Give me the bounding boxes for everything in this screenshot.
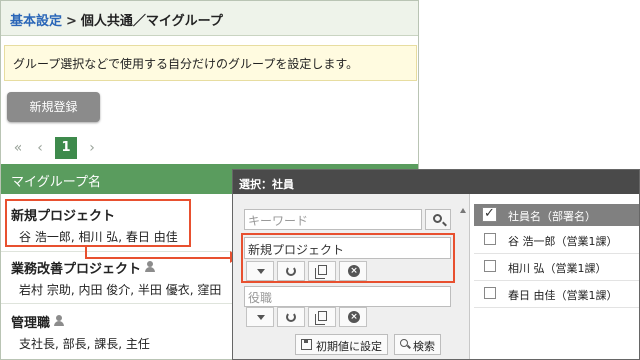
- highlight-box-group: [5, 199, 191, 247]
- prev-page-button[interactable]: ‹: [33, 140, 47, 156]
- breadcrumb-separator: >: [66, 14, 77, 29]
- connector-line: [85, 257, 231, 259]
- result-row[interactable]: 相川 弘（営業1課）: [474, 254, 639, 281]
- copy-button[interactable]: [308, 307, 336, 327]
- search-icon: [433, 214, 442, 223]
- search-label: 検索: [413, 340, 435, 353]
- scroll-up-icon[interactable]: [460, 208, 466, 213]
- dropdown-button[interactable]: [246, 307, 274, 327]
- next-page-button[interactable]: ›: [85, 140, 99, 156]
- result-row[interactable]: 谷 浩一郎（営業1課）: [474, 227, 639, 254]
- result-panel: 社員名（部署名） 谷 浩一郎（営業1課） 相川 弘（営業1課） 春日 由佳（営業…: [474, 194, 639, 359]
- first-page-button[interactable]: «: [11, 140, 25, 156]
- breadcrumb: 基本設定 > 個人共通／マイグループ: [1, 1, 418, 36]
- result-row[interactable]: 春日 由佳（営業1課）: [474, 281, 639, 308]
- scrollbar[interactable]: [458, 206, 468, 359]
- reset-default-label: 初期値に設定: [316, 340, 382, 353]
- row-checkbox[interactable]: [484, 287, 496, 299]
- result-header-label: 社員名（部署名）: [508, 210, 596, 223]
- save-icon: [301, 339, 312, 350]
- result-label: 春日 由佳（営業1課）: [508, 289, 618, 302]
- copy-icon: [315, 311, 327, 325]
- filter-actions: 初期値に設定 検索: [295, 334, 447, 355]
- clear-button[interactable]: ×: [339, 307, 367, 327]
- result-label: 相川 弘（営業1課）: [508, 262, 607, 275]
- search-icon-button[interactable]: [425, 209, 451, 230]
- row-checkbox[interactable]: [484, 260, 496, 272]
- people-icon: [53, 315, 65, 327]
- dialog-title: 選択：社員: [233, 170, 639, 194]
- refresh-icon: [286, 312, 296, 322]
- chevron-down-icon: [257, 315, 265, 320]
- group-name[interactable]: 業務改善プロジェクト: [11, 258, 141, 277]
- pager: « ‹ 1 ›: [11, 137, 107, 159]
- page-title: 個人共通／マイグループ: [80, 14, 223, 29]
- close-icon: ×: [348, 311, 360, 323]
- people-icon: [144, 261, 156, 273]
- result-header: 社員名（部署名）: [474, 204, 639, 226]
- role-field-toolbar: ×: [246, 307, 370, 327]
- keyword-input[interactable]: キーワード: [244, 209, 422, 230]
- select-all-checkbox[interactable]: [482, 206, 497, 222]
- row-checkbox[interactable]: [484, 233, 496, 245]
- role-input[interactable]: 役職: [244, 286, 451, 307]
- search-button[interactable]: 検索: [394, 334, 441, 355]
- current-page[interactable]: 1: [55, 137, 77, 159]
- result-label: 谷 浩一郎（営業1課）: [508, 235, 618, 248]
- breadcrumb-link-basic-settings[interactable]: 基本設定: [10, 14, 62, 29]
- group-name[interactable]: 管理職: [11, 312, 50, 331]
- highlight-box-group-field: [241, 233, 455, 283]
- new-register-button[interactable]: 新規登録: [7, 92, 100, 122]
- info-notice: グループ選択などで使用する自分だけのグループを設定します。: [4, 45, 417, 81]
- refresh-button[interactable]: [277, 307, 305, 327]
- search-icon: [400, 339, 408, 347]
- reset-default-button[interactable]: 初期値に設定: [295, 334, 388, 355]
